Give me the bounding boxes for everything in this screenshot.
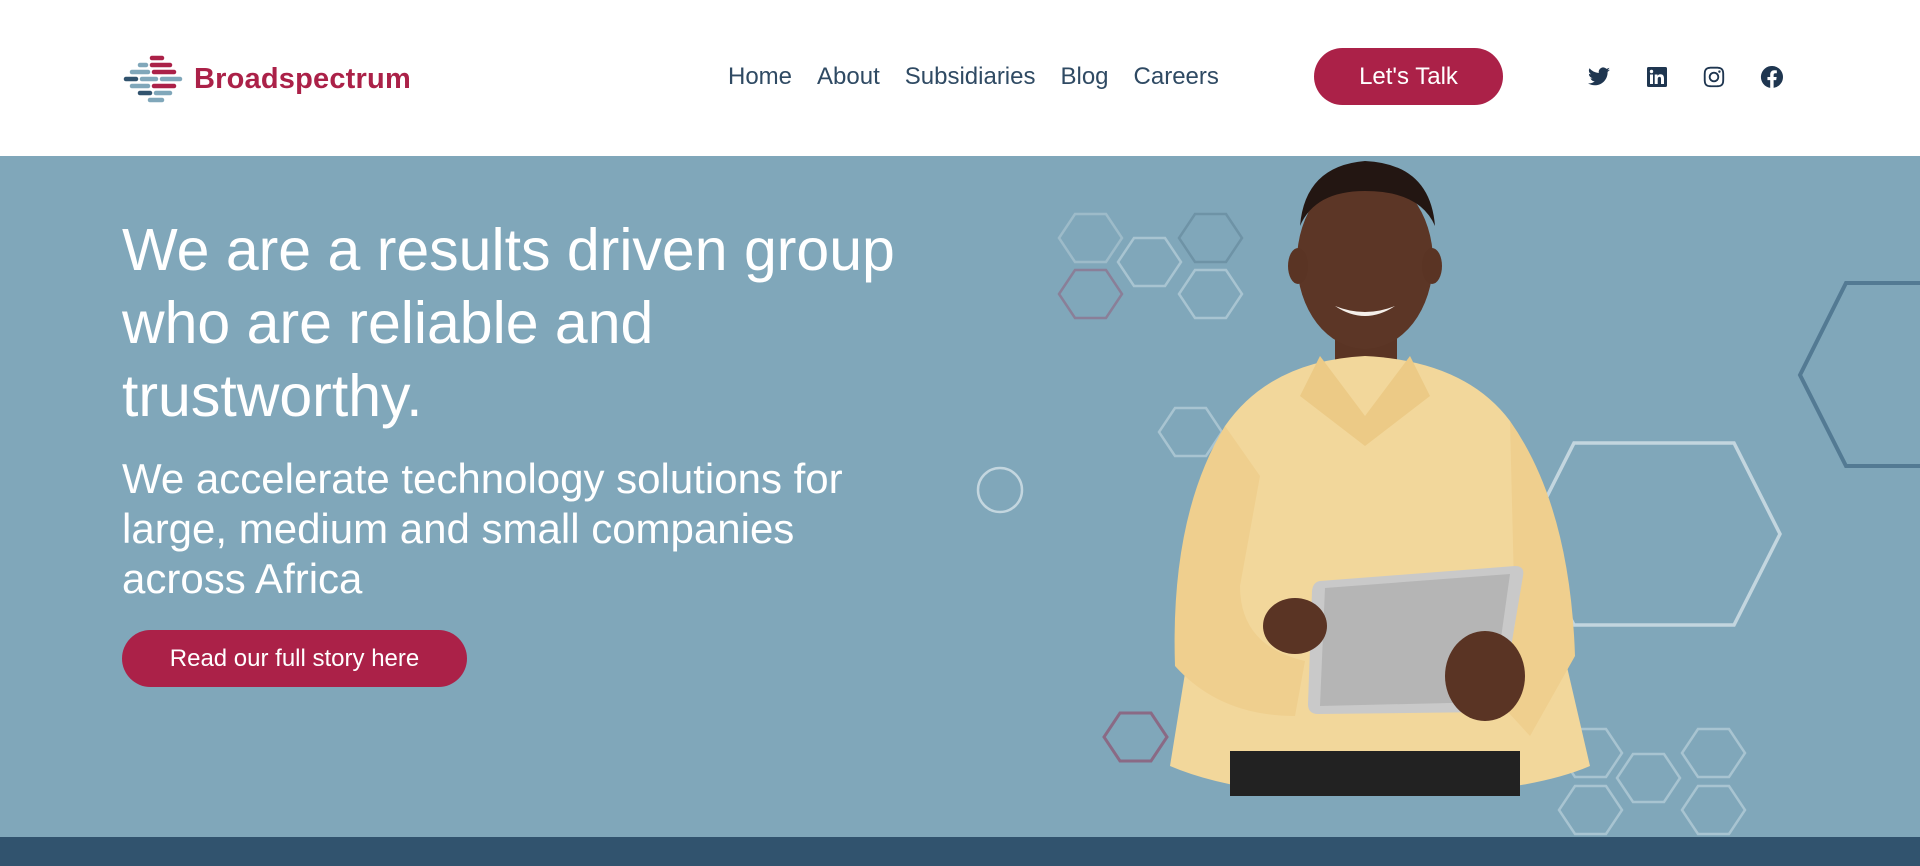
facebook-icon[interactable] (1758, 63, 1786, 91)
site-header: Broadspectrum Home About Subsidiaries Bl… (0, 0, 1920, 156)
twitter-icon[interactable] (1585, 63, 1613, 91)
nav-blog[interactable]: Blog (1060, 63, 1108, 91)
linkedin-icon[interactable] (1643, 63, 1671, 91)
instagram-icon[interactable] (1700, 63, 1728, 91)
main-nav: Home About Subsidiaries Blog Careers (728, 60, 1219, 94)
nav-about[interactable]: About (817, 63, 880, 91)
hero-section: We are a results driven group who are re… (0, 156, 1920, 837)
lets-talk-button[interactable]: Let's Talk (1314, 48, 1503, 105)
logo-icon (123, 55, 183, 103)
hero-person-image (1170, 161, 1590, 796)
hero-subheadline: We accelerate technology solutions for l… (122, 455, 843, 602)
nav-subsidiaries[interactable]: Subsidiaries (905, 63, 1036, 91)
logo[interactable]: Broadspectrum (122, 52, 411, 106)
nav-home[interactable]: Home (728, 63, 792, 91)
read-story-button[interactable]: Read our full story here (122, 630, 467, 687)
nav-careers[interactable]: Careers (1134, 63, 1219, 91)
brand-name: Broadspectrum (194, 62, 411, 95)
hero-headline: We are a results driven group who are re… (122, 217, 895, 429)
footer-band (0, 837, 1920, 866)
